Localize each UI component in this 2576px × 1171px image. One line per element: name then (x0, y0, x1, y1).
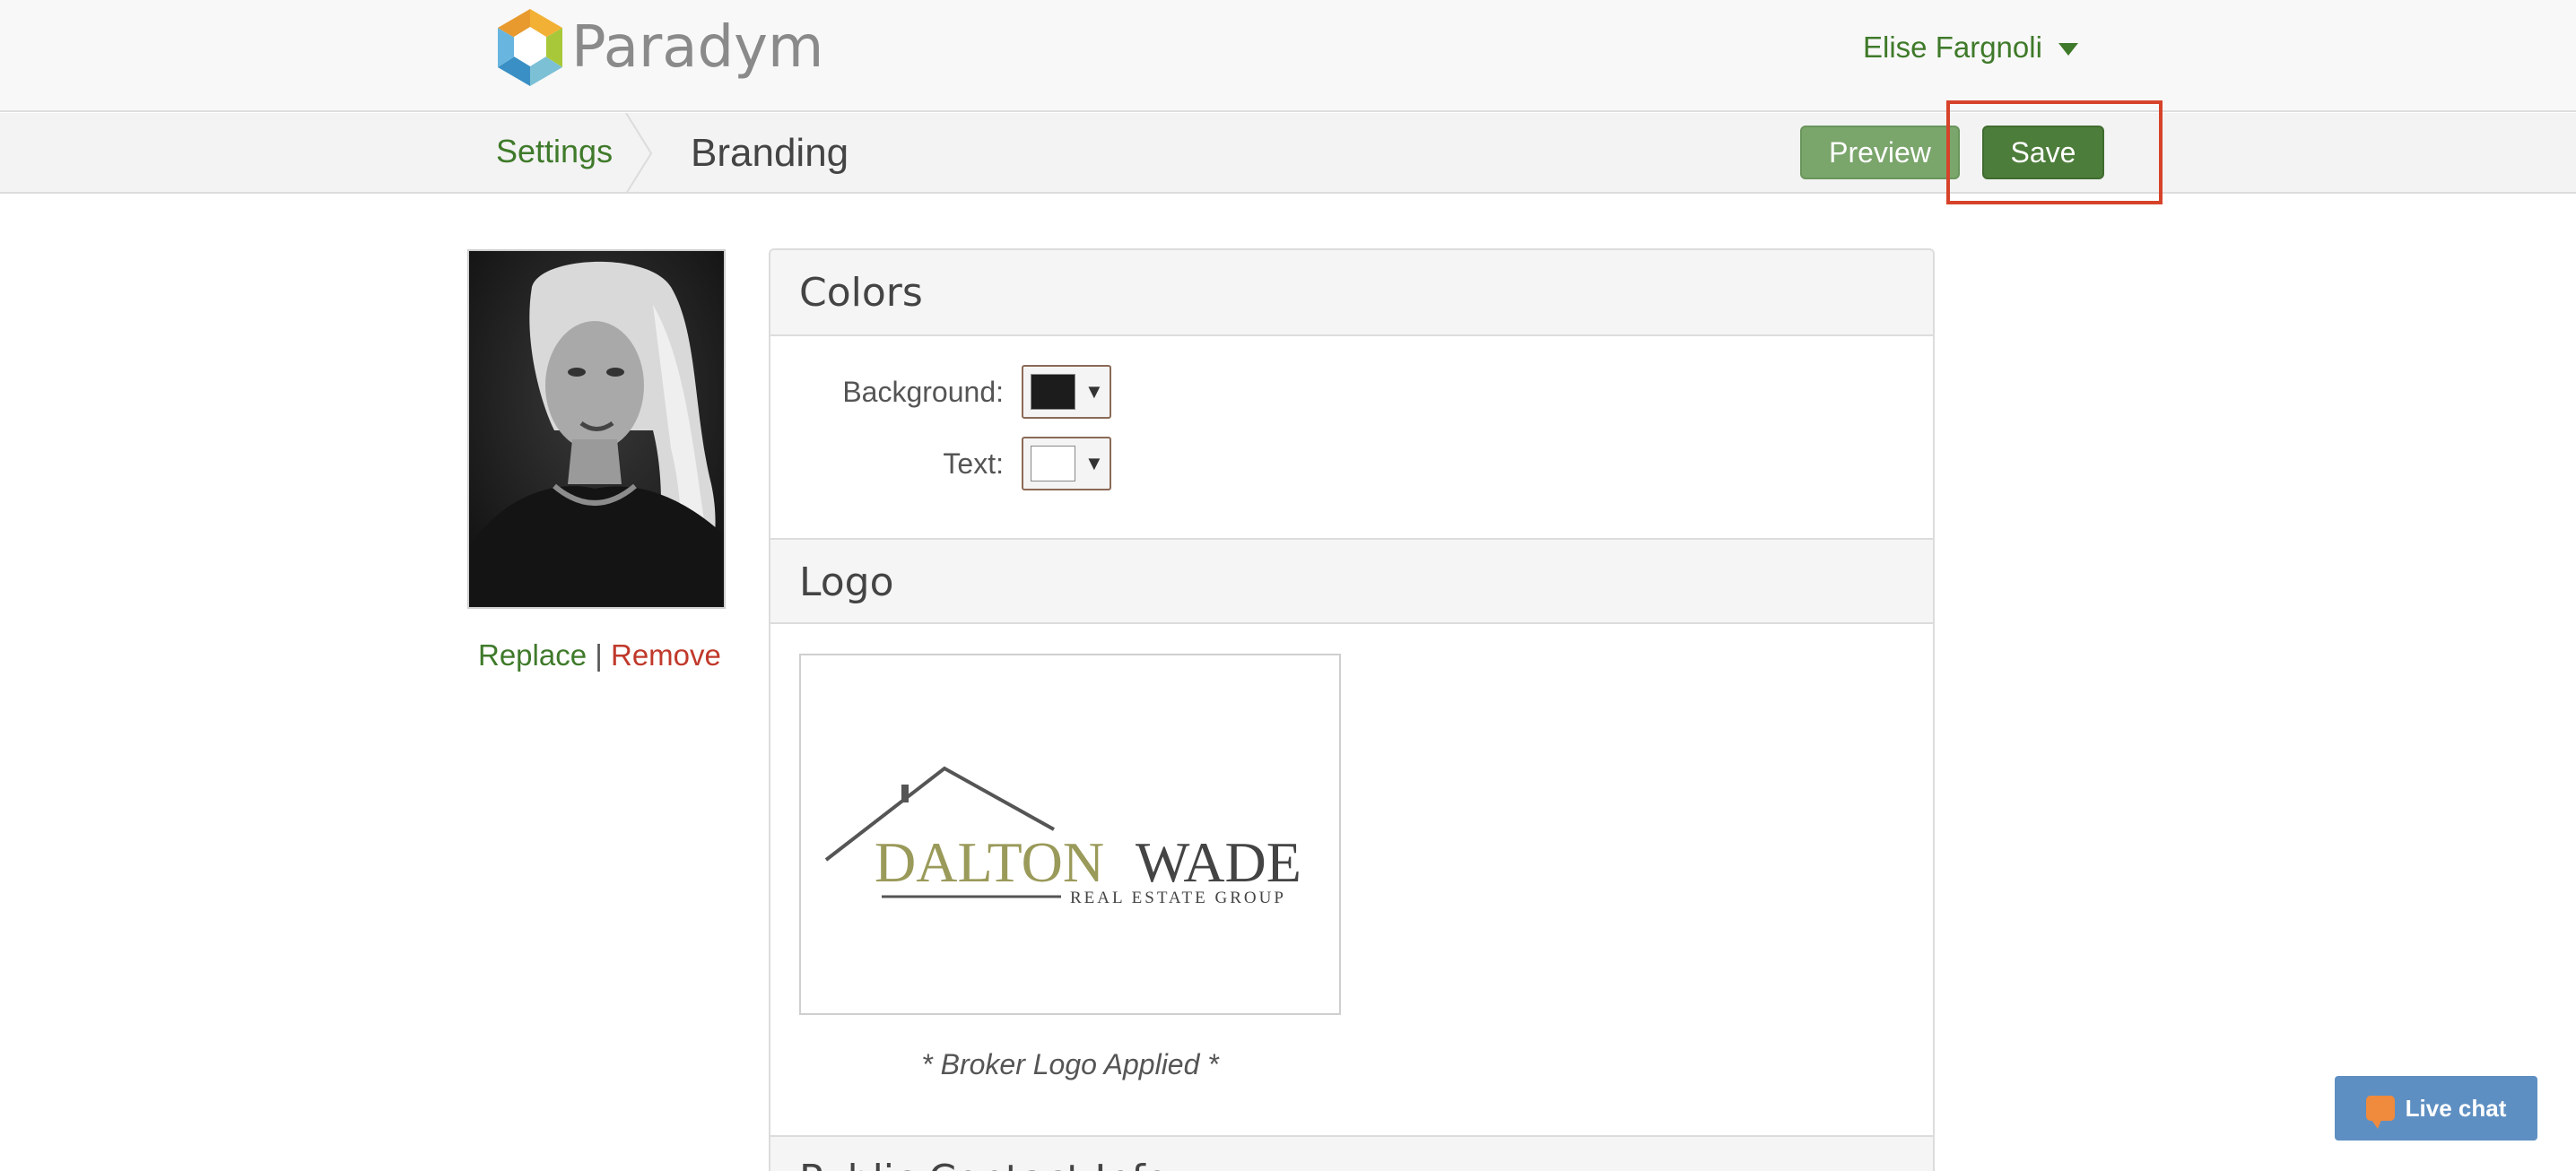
logo-word-wade: WADE (1136, 830, 1301, 894)
logo-tagline: REAL ESTATE GROUP (1070, 889, 1286, 907)
background-color-label: Background: (842, 375, 1004, 408)
text-color-label: Text: (943, 447, 1004, 480)
background-color-swatch (1031, 374, 1075, 410)
portrait-image (469, 251, 724, 607)
user-name: Elise Fargnoli (1863, 30, 2042, 64)
background-color-row: Background: ▼ (770, 365, 1111, 419)
live-chat-label: Live chat (2405, 1094, 2507, 1122)
paradym-logo[interactable]: Paradym (494, 7, 823, 88)
chevron-down-icon (2058, 43, 2078, 56)
logo-word-dalton: DALTON (875, 830, 1104, 894)
remove-photo-link[interactable]: Remove (611, 638, 721, 672)
text-color-row: Text: ▼ (770, 437, 1111, 490)
chevron-down-icon: ▼ (1084, 452, 1104, 474)
logo-caption: * Broker Logo Applied * (921, 1048, 1219, 1080)
chat-bubble-icon (2365, 1096, 2395, 1129)
public-contact-section-title: Public Contact Info (799, 1157, 1170, 1171)
preview-button[interactable]: Preview (1800, 126, 1960, 179)
text-color-picker[interactable]: ▼ (1022, 437, 1111, 490)
brand-name: Paradym (571, 14, 824, 81)
breadcrumb-separator-icon (625, 113, 653, 194)
replace-photo-link[interactable]: Replace (478, 638, 587, 672)
save-button[interactable]: Save (1982, 126, 2104, 179)
page-title: Branding (691, 131, 849, 175)
top-header: Paradym Elise Fargnoli (0, 0, 2576, 112)
dalton-wade-logo: DALTON WADE REAL ESTATE GROUP (824, 766, 1301, 907)
paradym-hexagon-icon (498, 9, 562, 86)
user-menu[interactable]: Elise Fargnoli (1863, 30, 2078, 65)
public-contact-section-header: Public Contact Info (770, 1135, 1933, 1171)
breadcrumb-settings[interactable]: Settings (496, 133, 613, 170)
logo-section-header: Logo (770, 538, 1933, 624)
colors-section-header: Colors (770, 250, 1933, 336)
background-color-picker[interactable]: ▼ (1022, 365, 1111, 419)
link-separator: | (595, 638, 603, 672)
profile-photo (467, 249, 726, 609)
colors-section-title: Colors (799, 270, 923, 316)
logo-section-title: Logo (799, 559, 894, 605)
broker-logo-image: DALTON WADE REAL ESTATE GROUP (799, 654, 1341, 1015)
live-chat-button[interactable]: Live chat (2335, 1076, 2537, 1141)
branding-panel: Colors Background: ▼ Text: ▼ Logo DALTON… (769, 248, 1935, 1171)
photo-actions: Replace | Remove (478, 638, 721, 672)
text-color-swatch (1031, 446, 1075, 481)
page-toolbar: Settings Branding Preview Save (0, 113, 2576, 194)
chevron-down-icon: ▼ (1084, 380, 1104, 403)
